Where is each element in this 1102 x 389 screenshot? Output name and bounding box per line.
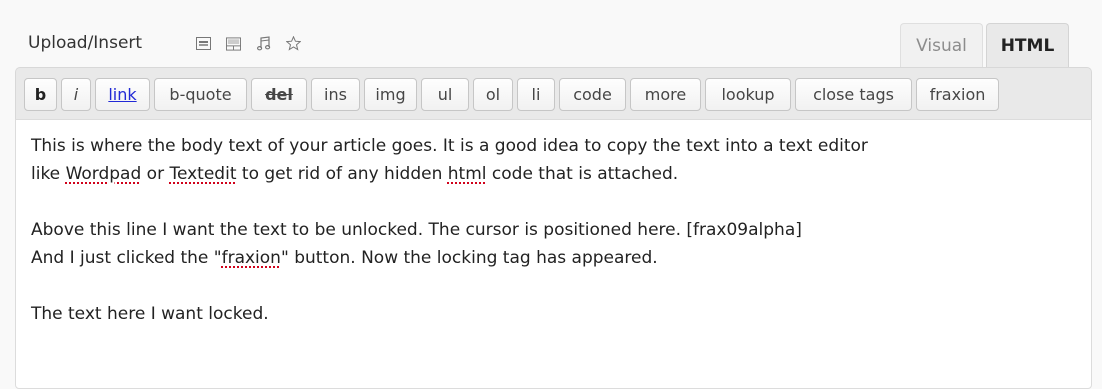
del-button-label: del xyxy=(265,85,293,104)
img-button[interactable]: img xyxy=(364,78,417,111)
text-span: to get rid of any hidden xyxy=(236,164,448,184)
media-icons xyxy=(196,36,301,51)
gallery-icon[interactable] xyxy=(226,36,241,51)
code-button[interactable]: code xyxy=(559,78,626,111)
content-editor-textarea[interactable]: This is where the body text of your arti… xyxy=(15,119,1092,389)
text-span: " button. Now the locking tag has appear… xyxy=(280,248,658,268)
misspelled-word: html xyxy=(447,164,487,184)
ul-button[interactable]: ul xyxy=(421,78,469,111)
image-icon[interactable] xyxy=(196,36,211,51)
blockquote-button[interactable]: b-quote xyxy=(154,78,247,111)
misspelled-word: fraxion xyxy=(221,248,281,268)
editor-line: This is where the body text of your arti… xyxy=(31,136,868,156)
editor-line: like Wordpad or Textedit to get rid of a… xyxy=(31,160,1076,188)
more-button[interactable]: more xyxy=(630,78,701,111)
music-icon[interactable] xyxy=(256,36,271,51)
del-button[interactable]: del xyxy=(251,78,307,111)
bold-button[interactable]: b xyxy=(24,78,57,111)
text-span: like xyxy=(31,164,66,184)
editor-line: And I just clicked the "fraxion" button.… xyxy=(31,244,1076,272)
fraxion-button[interactable]: fraxion xyxy=(916,78,999,111)
quicktags-toolbar: b i link b-quote del ins img ul ol li co… xyxy=(15,67,1092,119)
text-span: code that is attached. xyxy=(486,164,679,184)
editor-line: The text here I want locked. xyxy=(31,304,269,324)
misspelled-word: Textedit xyxy=(169,164,237,184)
ol-button[interactable]: ol xyxy=(473,78,513,111)
upload-insert-label: Upload/Insert xyxy=(28,33,143,53)
tab-html[interactable]: HTML xyxy=(986,23,1069,68)
link-button[interactable]: link xyxy=(95,78,150,111)
italic-button[interactable]: i xyxy=(61,78,91,111)
misspelled-word: Wordpad xyxy=(65,164,142,184)
close-tags-button[interactable]: close tags xyxy=(795,78,912,111)
text-span: or xyxy=(141,164,170,184)
text-span: And I just clicked the " xyxy=(31,248,222,268)
tab-visual[interactable]: Visual xyxy=(900,23,983,68)
ins-button[interactable]: ins xyxy=(311,78,360,111)
editor-line: Above this line I want the text to be un… xyxy=(31,220,802,240)
link-button-label: link xyxy=(108,85,137,104)
editor-header: Upload/Insert Visual HTML xyxy=(0,0,1102,68)
li-button[interactable]: li xyxy=(517,78,555,111)
star-icon[interactable] xyxy=(286,36,301,51)
lookup-button[interactable]: lookup xyxy=(705,78,791,111)
